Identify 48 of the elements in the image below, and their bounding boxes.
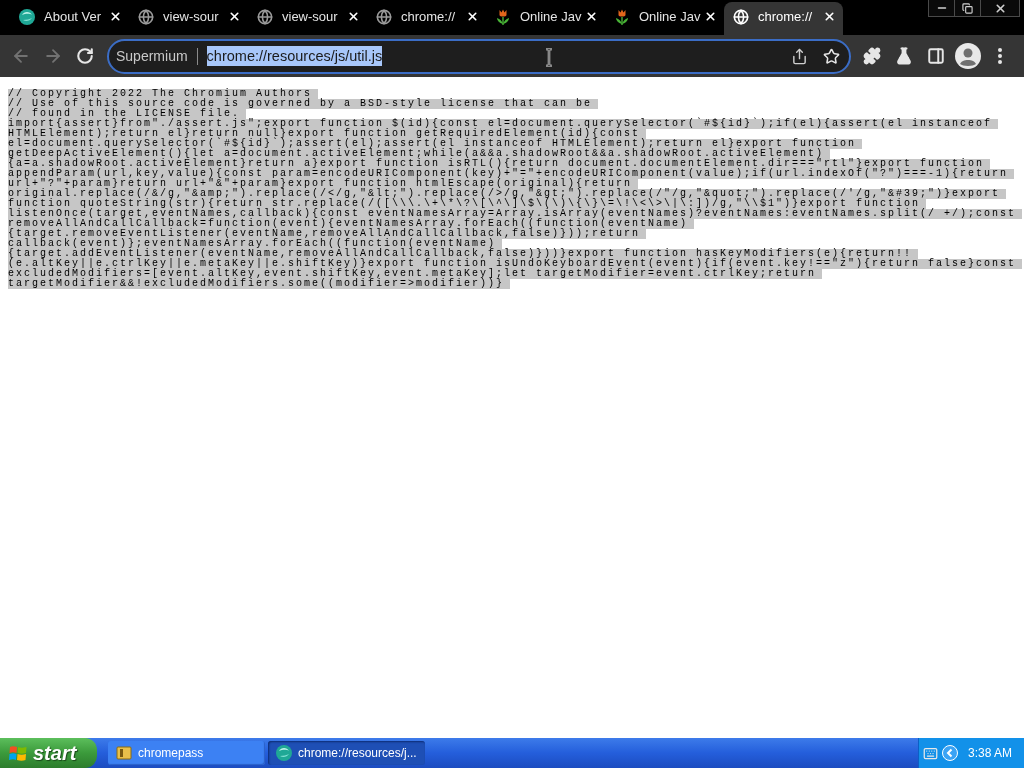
close-icon: [584, 10, 598, 23]
profile-button[interactable]: [952, 40, 984, 72]
browser-tab[interactable]: view-sour: [248, 2, 367, 35]
browser-tab[interactable]: chrome://: [367, 2, 486, 35]
keyboard-icon: [922, 745, 938, 761]
folder-icon: [116, 745, 132, 761]
globe-icon: [257, 8, 273, 25]
browser-tab[interactable]: view-sour: [129, 2, 248, 35]
taskbar-button[interactable]: chrome://resources/j...: [268, 741, 425, 765]
share-icon: [790, 47, 808, 65]
globe-icon: [376, 8, 392, 25]
restore-icon: [962, 2, 973, 14]
side-panel-icon: [927, 47, 945, 65]
puzzle-icon: [863, 47, 881, 65]
address-field[interactable]: Supermium chrome://resources/js/util.js: [107, 38, 851, 74]
flask-icon: [895, 47, 913, 65]
close-icon: [227, 10, 241, 23]
browser-tab[interactable]: About Ver: [10, 2, 129, 35]
browser-tab[interactable]: Online Jav: [605, 2, 724, 35]
star-icon: [822, 47, 840, 65]
close-icon: [346, 10, 360, 23]
close-icon: [465, 10, 479, 23]
windows-flag-icon: [9, 744, 27, 762]
clock-text: 3:38 AM: [967, 745, 1012, 762]
reload-icon: [76, 47, 94, 65]
chevron-left-icon: [941, 745, 958, 761]
arrow-left-icon: [11, 46, 31, 66]
browser-name-chip[interactable]: Supermium: [116, 45, 188, 67]
avatar-icon: [955, 43, 981, 69]
sphere-logo-icon: [276, 745, 292, 761]
text-cursor-icon: [545, 47, 553, 67]
taskbar-button[interactable]: chromepass: [108, 741, 265, 765]
globe-icon: [138, 8, 154, 25]
close-icon: [822, 10, 836, 23]
browser-tab[interactable]: Online Jav: [486, 2, 605, 35]
start-button[interactable]: start: [0, 738, 97, 768]
globe-icon: [733, 8, 749, 25]
close-icon: [703, 10, 717, 23]
browser-tab[interactable]: chrome://: [724, 2, 843, 35]
url-text: chrome://resources/js/util.js: [206, 46, 383, 66]
arrow-right-icon: [43, 46, 63, 66]
close-icon: [108, 10, 122, 23]
sphere-logo-icon: [19, 8, 35, 25]
more-menu-icon: [998, 48, 1002, 64]
flower-icon: [614, 8, 630, 25]
show-hidden-icons-button[interactable]: [941, 745, 958, 761]
flower-icon: [495, 8, 511, 25]
close-icon: [993, 1, 1007, 15]
